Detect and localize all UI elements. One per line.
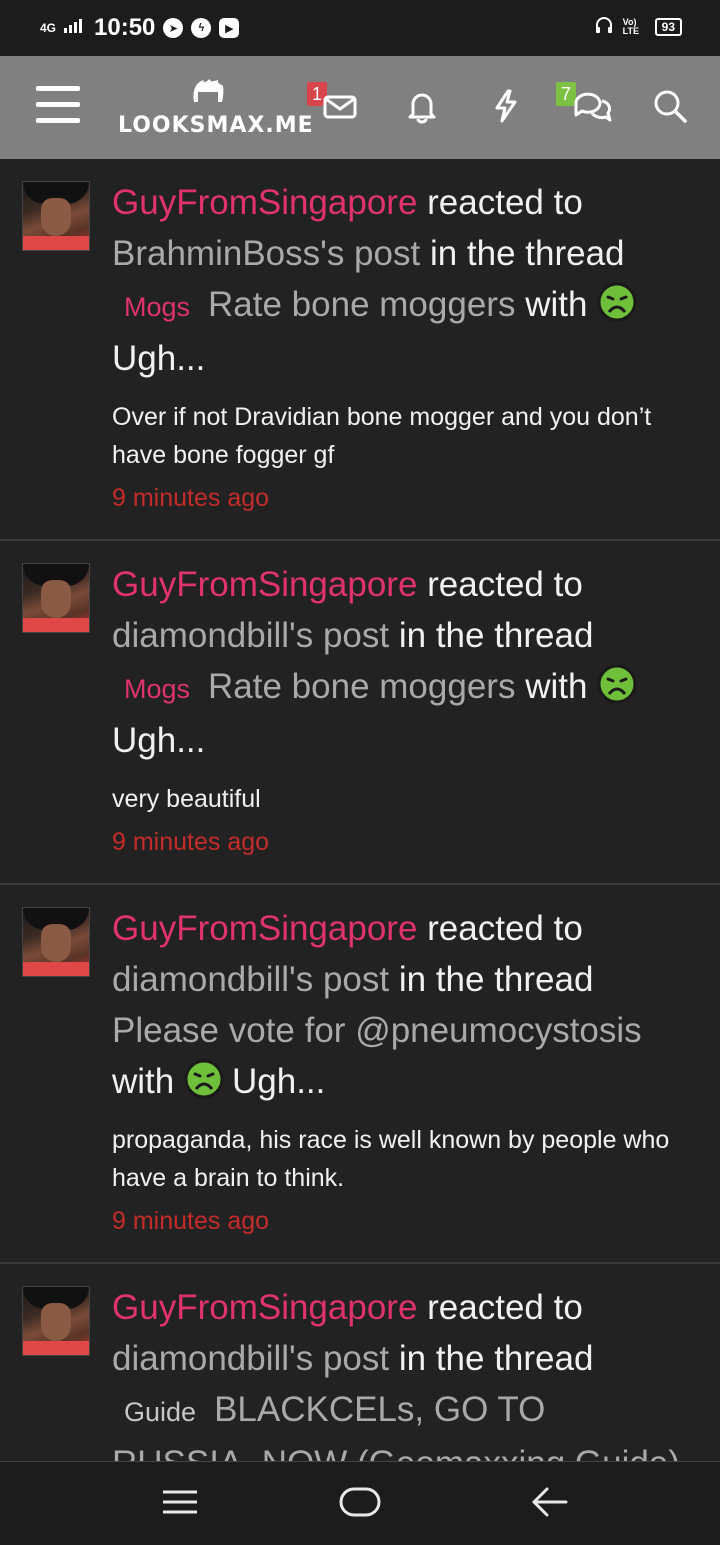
alert-text: GuyFromSingapore reacted to diamondbill'… [112, 559, 690, 766]
with-text: with [525, 667, 588, 706]
post-link[interactable]: diamondbill's post [112, 616, 389, 655]
nausea-emoji-icon [597, 664, 637, 704]
reaction-label: Ugh... [112, 339, 206, 378]
thread-link[interactable]: BLACKCELs, GO TO RUSSIA, NOW (Geomaxxing… [112, 1390, 680, 1461]
thread-prefix: Guide [124, 1397, 197, 1427]
thread-prefix: Mogs [124, 674, 191, 704]
thread-label: in the thread [398, 616, 594, 655]
with-text: with [112, 1062, 175, 1101]
thread-label: in the thread [429, 234, 625, 273]
avatar[interactable] [22, 181, 90, 251]
battery-indicator: 93 [654, 17, 682, 36]
youtube-icon: ▶ [219, 18, 240, 38]
recents-icon[interactable] [160, 1484, 200, 1525]
action-text: reacted to [427, 1288, 583, 1327]
avatar[interactable] [22, 1286, 90, 1356]
inbox-icon[interactable] [322, 88, 358, 124]
site-logo[interactable]: LOOKSMAX.ME [118, 76, 314, 138]
status-bar: 4G 10:50 ➤ ϟ ▶ Vo) LTE 93 [0, 0, 720, 56]
thread-link[interactable]: Rate bone moggers [208, 285, 515, 324]
action-text: reacted to [427, 909, 583, 948]
back-icon[interactable] [530, 1484, 570, 1525]
thread-label: in the thread [398, 1339, 594, 1378]
chat-icon[interactable] [572, 88, 612, 124]
bolt-icon[interactable] [488, 88, 524, 124]
alerts-feed: GuyFromSingapore reacted to BrahminBoss'… [0, 159, 720, 1461]
thread-prefix: Mogs [124, 292, 191, 322]
telegram-icon: ➤ [163, 18, 184, 38]
alert-item[interactable]: GuyFromSingapore reacted to diamondbill'… [0, 1264, 720, 1461]
bell-icon[interactable] [404, 88, 440, 124]
username-link[interactable]: GuyFromSingapore [112, 1288, 417, 1327]
username-link[interactable]: GuyFromSingapore [112, 909, 417, 948]
home-icon[interactable] [338, 1484, 382, 1525]
action-text: reacted to [427, 183, 583, 222]
menu-icon[interactable] [36, 86, 80, 124]
nausea-emoji-icon [597, 282, 637, 322]
thread-link[interactable]: Rate bone moggers [208, 667, 515, 706]
with-text: with [525, 285, 588, 324]
alert-text: GuyFromSingapore reacted to BrahminBoss'… [112, 177, 690, 384]
clock: 10:50 [94, 14, 156, 41]
alert-item[interactable]: GuyFromSingapore reacted to diamondbill'… [0, 541, 720, 885]
thread-label: in the thread [398, 960, 594, 999]
timestamp: 9 minutes ago [112, 484, 270, 512]
timestamp: 9 minutes ago [112, 1207, 270, 1235]
post-snippet: Over if not Dravidian bone mogger and yo… [112, 403, 652, 469]
reaction-label: Ugh... [231, 1062, 326, 1101]
reaction-label: Ugh... [112, 721, 206, 760]
alert-item[interactable]: GuyFromSingapore reacted to BrahminBoss'… [0, 159, 720, 541]
signal-icon [64, 18, 86, 38]
post-link[interactable]: diamondbill's post [112, 960, 389, 999]
volte-indicator: Vo) LTE [622, 16, 639, 36]
avatar[interactable] [22, 563, 90, 633]
search-icon[interactable] [652, 88, 688, 124]
timestamp: 9 minutes ago [112, 828, 270, 856]
alert-item[interactable]: GuyFromSingapore reacted to diamondbill'… [0, 885, 720, 1264]
username-link[interactable]: GuyFromSingapore [112, 183, 417, 222]
post-link[interactable]: BrahminBoss's post [112, 234, 420, 273]
headphones-icon [595, 16, 613, 37]
post-link[interactable]: diamondbill's post [112, 1339, 389, 1378]
logo-text: LOOKSMAX.ME [118, 113, 314, 138]
avatar[interactable] [22, 907, 90, 977]
alert-text: GuyFromSingapore reacted to diamondbill'… [112, 1282, 690, 1461]
nausea-emoji-icon [184, 1059, 224, 1099]
post-snippet: very beautiful [112, 785, 261, 813]
app-header: LOOKSMAX.ME 1 7 [0, 56, 720, 159]
messenger-icon: ϟ [191, 18, 212, 38]
thread-link[interactable]: Please vote for @pneumocystosis [112, 1011, 642, 1050]
logo-hair-icon [193, 79, 224, 102]
action-text: reacted to [427, 565, 583, 604]
system-nav-bar [0, 1461, 720, 1545]
alert-text: GuyFromSingapore reacted to diamondbill'… [112, 903, 690, 1107]
post-snippet: propaganda, his race is well known by pe… [112, 1126, 670, 1192]
network-indicator: 4G [40, 21, 57, 35]
username-link[interactable]: GuyFromSingapore [112, 565, 417, 604]
